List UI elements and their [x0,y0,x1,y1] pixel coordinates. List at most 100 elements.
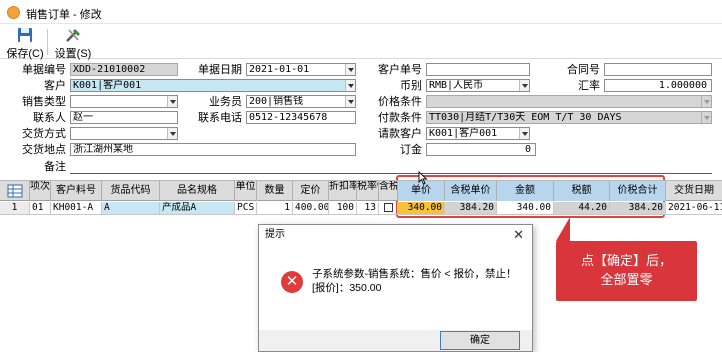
table-row[interactable]: 1 01 KH001-A A 产成品A PCS 1 400.00 100 13 … [0,202,722,215]
cell-discount[interactable]: 100 [329,202,357,214]
annotation-line2: 全部置零 [600,272,653,287]
delivery-method-field[interactable] [70,127,178,140]
contract-no-field[interactable] [604,63,712,76]
chevron-down-icon[interactable] [345,96,355,107]
tax-incl-checkbox[interactable] [383,203,393,212]
close-icon[interactable]: ✕ [513,227,524,242]
delivery-method-label: 交货方式 [22,128,66,140]
pay-cond-field[interactable]: TT030|月结T/T30天 EOM T/T 30 DAYS [426,111,712,124]
chevron-down-icon[interactable] [167,96,177,107]
toolbar: 保存(C) 设置(S) [0,25,722,60]
message-dialog: 提示 ✕ ✕ 子系统参数-销售系统：售价 < 报价，禁止！ [报价]：350.0… [258,224,533,352]
cell-tax-rate[interactable]: 13 [357,202,379,214]
col-cust-part[interactable]: 客户料号 [51,181,102,201]
dialog-message-line2: [报价]：350.00 [312,282,382,294]
save-label: 保存(C) [6,48,44,60]
order-header-form: 单据编号 XDD-21010002 单据日期 2021-01-01 客户单号 合… [0,60,722,178]
currency-field[interactable]: RMB|人民币 [426,79,530,92]
contract-no-label: 合同号 [567,64,600,76]
col-unit[interactable]: 单位 [235,181,257,201]
col-price-base[interactable]: 定价 [293,181,329,201]
annotation-callout: 点【确定】后， 全部置零 [556,217,697,301]
col-tax-rate[interactable]: 税率% [357,181,379,201]
col-tax-incl[interactable]: 含税 [379,181,398,201]
customer-label: 客户 [44,80,66,92]
callout-pointer [556,217,570,241]
dialog-message: 子系统参数-销售系统：售价 < 报价，禁止！ [报价]：350.00 [312,267,516,295]
app-icon [7,6,20,19]
chevron-down-icon[interactable] [167,128,177,139]
customer-value: K001|客户001 [73,80,142,91]
col-amount[interactable]: 金额 [497,181,554,201]
rate-label: 汇率 [578,80,600,92]
title-bar: 销售订单 - 修改 [0,0,722,24]
cell-unit-price-tax[interactable]: 384.20 [445,202,497,214]
cell-unit-price[interactable]: 340.00 [398,202,445,214]
grid-corner[interactable] [0,181,30,201]
settings-button[interactable]: 设置(S) [53,26,93,60]
salesman-value: 200|销售钱 [249,96,304,107]
cell-goods-spec[interactable]: 产成品A [160,202,235,214]
phone-label: 联系电话 [198,112,242,124]
cell-tax-incl[interactable] [379,202,398,214]
grid-header-row: 项次 客户料号 货品代码 品名规格 单位 数量 定价 折扣率 税率% 含税 单价… [0,180,722,201]
chevron-down-icon[interactable] [519,80,529,91]
customer-field[interactable]: K001|客户001 [70,79,356,92]
col-goods-code[interactable]: 货品代码 [102,181,160,201]
doc-date-label: 单据日期 [198,64,242,76]
contact-field[interactable]: 赵一 [70,111,178,124]
cell-amount[interactable]: 340.00 [497,202,554,214]
chevron-down-icon[interactable] [519,128,529,139]
col-delivery-date[interactable]: 交货日期 [666,181,722,201]
doc-no-field[interactable]: XDD-21010002 [70,63,178,76]
col-unit-price-tax[interactable]: 含税单价 [445,181,497,201]
ok-button[interactable]: 确定 [440,331,520,350]
contact-label: 联系人 [33,112,66,124]
cell-unit[interactable]: PCS [235,202,257,214]
doc-date-field[interactable]: 2021-01-01 [246,63,356,76]
chevron-down-icon[interactable] [701,96,711,107]
rate-field[interactable]: 1.000000 [604,79,712,92]
remark-field[interactable] [70,173,712,174]
cell-goods-code[interactable]: A [102,202,160,214]
window-title: 销售订单 - 修改 [26,9,102,21]
dialog-title: 提示 [265,229,285,240]
chevron-down-icon[interactable] [701,112,711,123]
pay-cond-label: 付款条件 [378,112,422,124]
dialog-title-bar: 提示 ✕ [259,225,532,244]
dialog-body: ✕ 子系统参数-销售系统：售价 < 报价，禁止！ [报价]：350.00 [259,244,532,330]
sales-type-label: 销售类型 [22,96,66,108]
col-discount[interactable]: 折扣率 [329,181,357,201]
bill-customer-field[interactable]: K001|客户001 [426,127,530,140]
cell-qty[interactable]: 1 [257,202,293,214]
delivery-place-label: 交货地点 [22,144,66,156]
dialog-message-line1: 子系统参数-销售系统：售价 < 报价，禁止！ [312,268,517,280]
phone-field[interactable]: 0512-12345678 [246,111,356,124]
salesman-field[interactable]: 200|销售钱 [246,95,356,108]
chevron-down-icon[interactable] [345,64,355,75]
cell-item-no[interactable]: 01 [30,202,51,214]
tools-icon [66,28,81,42]
mouse-cursor-icon [418,171,428,185]
col-goods-spec[interactable]: 品名规格 [160,181,235,201]
col-qty[interactable]: 数量 [257,181,293,201]
annotation-line1: 点【确定】后， [580,253,672,268]
row-number: 1 [0,202,30,214]
cell-delivery-date[interactable]: 2021-06-11 [666,202,722,214]
save-button[interactable]: 保存(C) [5,26,45,60]
cell-price-base[interactable]: 400.00 [293,202,329,214]
col-total-tax[interactable]: 价税合计 [610,181,666,201]
deposit-field[interactable]: 0 [426,143,536,156]
cust-doc-no-field[interactable] [426,63,530,76]
col-tax-amount[interactable]: 税额 [554,181,610,201]
sales-type-field[interactable] [70,95,178,108]
cell-total-tax[interactable]: 384.20 [610,202,666,214]
col-item-no[interactable]: 项次 [30,181,51,201]
currency-label: 币别 [400,80,422,92]
floppy-disk-icon [18,28,32,42]
chevron-down-icon[interactable] [345,80,355,91]
price-cond-field[interactable] [426,95,712,108]
cell-cust-part[interactable]: KH001-A [51,202,102,214]
cell-tax-amount[interactable]: 44.20 [554,202,610,214]
delivery-place-field[interactable]: 浙江湖州某地 [70,143,356,156]
